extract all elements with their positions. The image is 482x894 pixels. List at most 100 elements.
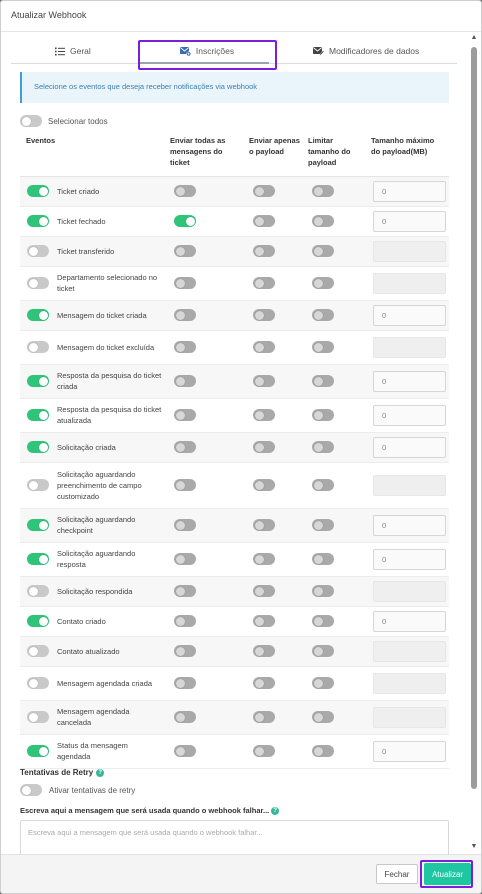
payload-only-toggle[interactable] xyxy=(253,745,275,757)
max-payload-size-input[interactable]: 0 xyxy=(373,404,446,426)
event-toggle[interactable] xyxy=(27,409,49,421)
event-toggle[interactable] xyxy=(27,375,49,387)
payload-only-toggle[interactable] xyxy=(253,585,275,597)
max-payload-size-input[interactable]: 0 xyxy=(373,514,446,536)
max-payload-size-input[interactable]: 0 xyxy=(373,370,446,392)
max-payload-size-input[interactable] xyxy=(373,336,446,358)
max-payload-size-input[interactable]: 0 xyxy=(373,304,446,326)
scroll-up-arrow-icon[interactable]: ▲ xyxy=(470,34,478,42)
send-all-messages-toggle[interactable] xyxy=(174,615,196,627)
limit-size-toggle[interactable] xyxy=(312,677,334,689)
send-all-messages-toggle[interactable] xyxy=(174,585,196,597)
limit-size-toggle[interactable] xyxy=(312,519,334,531)
close-button[interactable]: Fechar xyxy=(376,864,418,884)
send-all-messages-toggle[interactable] xyxy=(174,277,196,289)
limit-size-toggle[interactable] xyxy=(312,277,334,289)
payload-only-toggle[interactable] xyxy=(253,341,275,353)
max-payload-size-input[interactable]: 0 xyxy=(373,548,446,570)
max-payload-size-input[interactable] xyxy=(373,672,446,694)
tab-modificadores[interactable]: Modificadores de dados xyxy=(313,39,419,63)
retry-toggle[interactable] xyxy=(20,784,42,796)
update-button[interactable]: Atualizar xyxy=(424,863,471,885)
payload-only-toggle[interactable] xyxy=(253,375,275,387)
max-payload-size-input[interactable] xyxy=(373,474,446,496)
send-all-messages-toggle[interactable] xyxy=(174,185,196,197)
send-all-messages-toggle[interactable] xyxy=(174,309,196,321)
payload-only-toggle[interactable] xyxy=(253,645,275,657)
max-payload-size-input[interactable] xyxy=(373,580,446,602)
max-payload-size-input[interactable] xyxy=(373,706,446,728)
max-payload-size-input[interactable]: 0 xyxy=(373,740,446,762)
limit-size-toggle[interactable] xyxy=(312,409,334,421)
scroll-down-arrow-icon[interactable]: ▼ xyxy=(470,843,478,851)
limit-size-toggle[interactable] xyxy=(312,375,334,387)
send-all-messages-toggle[interactable] xyxy=(174,745,196,757)
payload-only-toggle[interactable] xyxy=(253,553,275,565)
event-toggle[interactable] xyxy=(27,677,49,689)
payload-only-toggle[interactable] xyxy=(253,441,275,453)
event-toggle[interactable] xyxy=(27,215,49,227)
limit-size-toggle[interactable] xyxy=(312,745,334,757)
max-payload-size-input[interactable]: 0 xyxy=(373,210,446,232)
send-all-messages-toggle[interactable] xyxy=(174,441,196,453)
event-toggle[interactable] xyxy=(27,553,49,565)
payload-only-toggle[interactable] xyxy=(253,677,275,689)
limit-size-toggle[interactable] xyxy=(312,585,334,597)
limit-size-toggle[interactable] xyxy=(312,309,334,321)
help-icon[interactable]: ? xyxy=(271,806,280,815)
send-all-messages-toggle[interactable] xyxy=(174,215,196,227)
failure-message-textarea[interactable]: Escreva aqui a mensagem que será usada q… xyxy=(20,820,449,856)
event-toggle[interactable] xyxy=(27,745,49,757)
send-all-messages-toggle[interactable] xyxy=(174,711,196,723)
send-all-messages-toggle[interactable] xyxy=(174,341,196,353)
payload-only-toggle[interactable] xyxy=(253,245,275,257)
payload-only-toggle[interactable] xyxy=(253,519,275,531)
send-all-messages-toggle[interactable] xyxy=(174,553,196,565)
payload-only-toggle[interactable] xyxy=(253,215,275,227)
event-toggle[interactable] xyxy=(27,645,49,657)
send-all-messages-toggle[interactable] xyxy=(174,479,196,491)
limit-size-toggle[interactable] xyxy=(312,215,334,227)
max-payload-size-input[interactable] xyxy=(373,240,446,262)
payload-only-toggle[interactable] xyxy=(253,409,275,421)
max-payload-size-input[interactable]: 0 xyxy=(373,180,446,202)
limit-size-toggle[interactable] xyxy=(312,245,334,257)
limit-size-toggle[interactable] xyxy=(312,341,334,353)
send-all-messages-toggle[interactable] xyxy=(174,519,196,531)
limit-size-toggle[interactable] xyxy=(312,185,334,197)
limit-size-toggle[interactable] xyxy=(312,615,334,627)
event-toggle[interactable] xyxy=(27,245,49,257)
send-all-messages-toggle[interactable] xyxy=(174,645,196,657)
send-all-messages-toggle[interactable] xyxy=(174,409,196,421)
max-payload-size-input[interactable] xyxy=(373,272,446,294)
event-toggle[interactable] xyxy=(27,185,49,197)
limit-size-toggle[interactable] xyxy=(312,553,334,565)
limit-size-toggle[interactable] xyxy=(312,645,334,657)
event-toggle[interactable] xyxy=(27,277,49,289)
event-toggle[interactable] xyxy=(27,585,49,597)
max-payload-size-input[interactable] xyxy=(373,640,446,662)
event-toggle[interactable] xyxy=(27,441,49,453)
tab-inscricoes[interactable]: Inscrições xyxy=(138,39,276,63)
payload-only-toggle[interactable] xyxy=(253,711,275,723)
send-all-messages-toggle[interactable] xyxy=(174,245,196,257)
send-all-messages-toggle[interactable] xyxy=(174,677,196,689)
payload-only-toggle[interactable] xyxy=(253,309,275,321)
payload-only-toggle[interactable] xyxy=(253,479,275,491)
scrollbar-thumb[interactable] xyxy=(471,47,477,789)
limit-size-toggle[interactable] xyxy=(312,479,334,491)
send-all-messages-toggle[interactable] xyxy=(174,375,196,387)
event-toggle[interactable] xyxy=(27,479,49,491)
limit-size-toggle[interactable] xyxy=(312,441,334,453)
event-toggle[interactable] xyxy=(27,615,49,627)
tab-geral[interactable]: Geral xyxy=(55,39,91,63)
select-all-toggle[interactable] xyxy=(20,115,42,127)
event-toggle[interactable] xyxy=(27,309,49,321)
payload-only-toggle[interactable] xyxy=(253,277,275,289)
max-payload-size-input[interactable]: 0 xyxy=(373,610,446,632)
limit-size-toggle[interactable] xyxy=(312,711,334,723)
max-payload-size-input[interactable]: 0 xyxy=(373,436,446,458)
payload-only-toggle[interactable] xyxy=(253,615,275,627)
event-toggle[interactable] xyxy=(27,341,49,353)
help-icon[interactable]: ? xyxy=(96,768,105,777)
